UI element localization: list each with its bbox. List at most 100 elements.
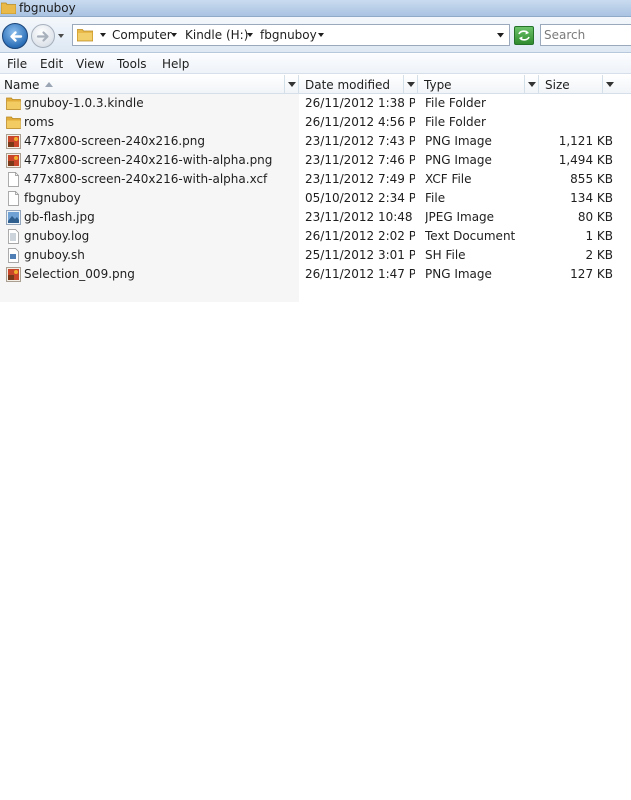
address-history-dropdown-icon[interactable] <box>496 31 505 39</box>
search-input[interactable] <box>544 26 631 44</box>
blank-file-icon <box>6 191 21 206</box>
file-type: PNG Image <box>425 267 492 281</box>
file-type: File <box>425 191 446 205</box>
file-type: PNG Image <box>425 153 492 167</box>
menu-help[interactable]: Help <box>162 57 189 71</box>
file-size: 855 KB <box>570 172 613 186</box>
file-size: 2 KB <box>585 248 613 262</box>
file-name: gb-flash.jpg <box>24 210 95 224</box>
file-size: 127 KB <box>570 267 613 281</box>
file-name: gnuboy-1.0.3.kindle <box>24 96 144 110</box>
column-header-date-label: Date modified <box>305 78 391 92</box>
column-filter-dropdown[interactable] <box>602 75 616 94</box>
file-row[interactable]: gnuboy.sh 25/11/2012 3:01 PM SH File 2 KB <box>0 246 631 265</box>
file-date-modified: 26/11/2012 1:38 PM <box>305 96 415 110</box>
text-file-icon <box>6 229 21 244</box>
chevron-down-icon[interactable] <box>170 31 178 39</box>
column-filter-dropdown[interactable] <box>524 75 538 94</box>
file-row[interactable]: fbgnuboy 05/10/2012 2:34 PM File 134 KB <box>0 189 631 208</box>
chevron-down-icon[interactable] <box>317 31 325 39</box>
address-bar[interactable]: Computer Kindle (H:) fbgnuboy <box>72 24 510 46</box>
file-type: JPEG Image <box>425 210 495 224</box>
menu-view[interactable]: View <box>76 57 104 71</box>
script-file-icon <box>6 248 21 263</box>
folder-icon <box>6 115 21 130</box>
file-row[interactable]: 477x800-screen-240x216-with-alpha.xcf 23/… <box>0 170 631 189</box>
column-header-size[interactable]: Size <box>539 75 631 94</box>
chevron-down-icon[interactable] <box>246 31 254 39</box>
jpeg-icon <box>6 210 21 225</box>
file-name: 477x800-screen-240x216-with-alpha.xcf <box>24 172 268 186</box>
file-date-modified: 23/11/2012 7:46 PM <box>305 153 415 167</box>
arrow-right-icon <box>36 31 49 42</box>
file-date-modified: 23/11/2012 7:43 PM <box>305 134 415 148</box>
file-row[interactable]: Selection_009.png 26/11/2012 1:47 PM PNG I… <box>0 265 631 284</box>
column-header-name-label: Name <box>4 78 40 92</box>
file-date-modified: 26/11/2012 1:47 PM <box>305 267 415 281</box>
navigation-bar: Computer Kindle (H:) fbgnuboy <box>0 17 631 53</box>
column-filter-dropdown[interactable] <box>403 75 417 94</box>
file-type: File Folder <box>425 96 486 110</box>
file-name: gnuboy.sh <box>24 248 85 262</box>
file-date-modified: 05/10/2012 2:34 PM <box>305 191 415 205</box>
folder-icon <box>77 29 93 42</box>
file-row[interactable]: roms 26/11/2012 4:56 PM File Folder <box>0 113 631 132</box>
file-row[interactable]: 477x800-screen-240x216.png 23/11/2012 7:4… <box>0 132 631 151</box>
chevron-down-icon <box>288 82 296 87</box>
file-size: 1 KB <box>585 229 613 243</box>
breadcrumb-computer[interactable]: Computer <box>112 28 172 42</box>
file-name: 477x800-screen-240x216-with-alpha.png <box>24 153 273 167</box>
menu-tools[interactable]: Tools <box>117 57 147 71</box>
column-header-name[interactable]: Name <box>0 75 299 94</box>
column-filter-dropdown[interactable] <box>284 75 298 94</box>
png-icon <box>6 267 21 282</box>
column-header-row: Name Date modified Type Size <box>0 75 631 94</box>
column-header-type-label: Type <box>424 78 452 92</box>
column-header-size-label: Size <box>545 78 570 92</box>
search-field[interactable] <box>540 24 631 46</box>
file-date-modified: 26/11/2012 4:56 PM <box>305 115 415 129</box>
refresh-button[interactable] <box>514 26 534 45</box>
file-name: fbgnuboy <box>24 191 81 205</box>
file-size: 1,121 KB <box>558 134 613 148</box>
breadcrumb-fbgnuboy[interactable]: fbgnuboy <box>260 28 317 42</box>
file-date-modified: 26/11/2012 2:02 PM <box>305 229 415 243</box>
file-name: 477x800-screen-240x216.png <box>24 134 206 148</box>
file-date-modified: 25/11/2012 3:01 PM <box>305 248 415 262</box>
forward-button[interactable] <box>31 24 55 48</box>
file-date-modified: 23/11/2012 7:49 PM <box>305 172 415 186</box>
arrow-left-icon <box>10 31 23 42</box>
recent-pages-dropdown-icon[interactable] <box>57 32 65 40</box>
png-icon <box>6 153 21 168</box>
file-type: SH File <box>425 248 466 262</box>
file-row[interactable]: gnuboy.log 26/11/2012 2:02 PM Text Documen… <box>0 227 631 246</box>
chevron-down-icon <box>407 82 415 87</box>
file-name: roms <box>24 115 54 129</box>
file-type: PNG Image <box>425 134 492 148</box>
chevron-down-icon <box>528 82 536 87</box>
menu-bar: File Edit View Tools Help <box>0 54 631 74</box>
chevron-down-icon[interactable] <box>99 31 107 39</box>
sort-ascending-icon <box>45 82 53 87</box>
column-header-type[interactable]: Type <box>418 75 539 94</box>
file-name: gnuboy.log <box>24 229 90 243</box>
chevron-down-icon <box>606 82 614 87</box>
file-row[interactable]: gnuboy-1.0.3.kindle 26/11/2012 1:38 PM Fil… <box>0 94 631 113</box>
folder-icon <box>1 2 16 14</box>
title-bar: fbgnuboy <box>0 0 631 17</box>
back-button[interactable] <box>2 23 28 49</box>
file-type: Text Document <box>425 229 516 243</box>
file-name: Selection_009.png <box>24 267 135 281</box>
file-row[interactable]: 477x800-screen-240x216-with-alpha.png 23/… <box>0 151 631 170</box>
column-header-date[interactable]: Date modified <box>299 75 418 94</box>
file-size: 134 KB <box>570 191 613 205</box>
file-type: File Folder <box>425 115 486 129</box>
file-row[interactable]: gb-flash.jpg 23/11/2012 10:48 P... JPEG Im… <box>0 208 631 227</box>
breadcrumb-kindle-drive[interactable]: Kindle (H:) <box>185 28 248 42</box>
file-size: 80 KB <box>577 210 613 224</box>
file-type: XCF File <box>425 172 472 186</box>
menu-file[interactable]: File <box>7 57 27 71</box>
folder-icon <box>6 96 21 111</box>
file-date-modified: 23/11/2012 10:48 P... <box>305 210 415 224</box>
menu-edit[interactable]: Edit <box>40 57 63 71</box>
